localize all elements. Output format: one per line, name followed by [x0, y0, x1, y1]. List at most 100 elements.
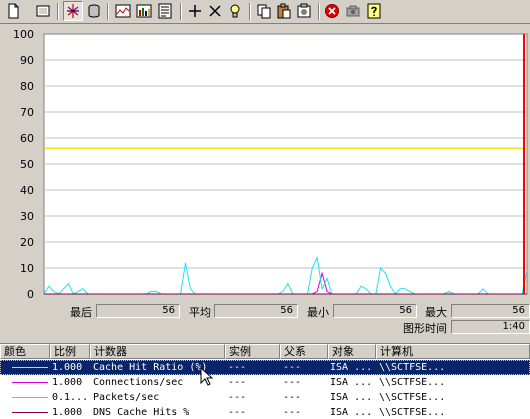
counter-scale: 0.1... — [52, 392, 89, 403]
view-histogram-button[interactable] — [134, 1, 154, 21]
minimum-label: 最小 — [307, 306, 329, 319]
counter-scale: 1.000 — [52, 377, 83, 388]
y-tick-label: 30 — [20, 210, 34, 223]
counter-color-swatch — [12, 367, 48, 368]
counter-parent: --- — [283, 362, 302, 373]
paste-counter-list-button[interactable] — [274, 1, 294, 21]
y-tick-label: 50 — [20, 158, 34, 171]
y-tick-label: 60 — [20, 132, 34, 145]
counter-row[interactable]: 0.1... Packets/sec --- --- ISA ... \\SCT… — [0, 390, 530, 405]
column-header-computer[interactable]: 计算机 — [376, 344, 530, 359]
counter-parent: --- — [283, 407, 302, 418]
column-header-counter[interactable]: 计数器 — [90, 344, 225, 359]
y-tick-label: 100 — [13, 28, 34, 41]
counter-object: ISA ... — [330, 377, 373, 388]
properties-button[interactable] — [294, 1, 314, 21]
add-counter-icon — [189, 5, 201, 17]
delete-counter-icon — [209, 5, 221, 17]
counter-row[interactable]: 1.000 Cache Hit Ratio (%) --- --- ISA ..… — [0, 360, 530, 375]
new-counter-set-button[interactable] — [3, 1, 23, 21]
y-tick-label: 90 — [20, 54, 34, 67]
counter-object: ISA ... — [330, 392, 373, 403]
counter-color-swatch — [12, 382, 48, 383]
clear-display-icon — [36, 5, 50, 17]
toolbar-separator — [249, 3, 251, 20]
average-value: 56 — [214, 304, 298, 318]
column-header-object[interactable]: 对象 — [328, 344, 376, 359]
counter-computer: \\SCTFSE... — [379, 377, 446, 388]
performance-monitor-window: 100 90 80 70 60 50 40 30 20 10 0 最后 56 平均 56 最小 56… — [0, 0, 530, 419]
paste-counter-list-icon — [277, 3, 291, 19]
counter-list-header: 颜色 比例 计数器 实例 父系 对象 计算机 — [0, 344, 530, 359]
maximum-value: 56 — [451, 304, 530, 318]
counter-name: DNS Cache Hits % — [93, 407, 190, 418]
y-tick-label: 10 — [20, 262, 34, 275]
view-histogram-icon — [136, 4, 152, 18]
y-tick-label: 20 — [20, 236, 34, 249]
highlight-icon — [230, 4, 240, 18]
counter-name: Packets/sec — [93, 392, 160, 403]
counter-row[interactable]: 1.000 DNS Cache Hits % --- --- ISA ... \… — [0, 405, 530, 419]
counter-scale: 1.000 — [52, 362, 83, 373]
counter-computer: \\SCTFSE... — [379, 392, 446, 403]
view-log-data-icon — [88, 4, 100, 18]
column-header-color[interactable]: 颜色 — [0, 344, 50, 359]
counter-parent: --- — [283, 377, 302, 388]
y-tick-label: 40 — [20, 184, 34, 197]
freeze-display-button[interactable] — [322, 1, 342, 21]
last-label: 最后 — [70, 306, 92, 319]
y-tick-label: 70 — [20, 106, 34, 119]
maximum-label: 最大 — [425, 306, 447, 319]
counter-computer: \\SCTFSE... — [379, 362, 446, 373]
column-header-instance[interactable]: 实例 — [225, 344, 280, 359]
y-tick-label: 0 — [27, 288, 34, 300]
new-counter-set-icon — [8, 3, 19, 19]
toolbar-separator — [180, 3, 182, 20]
view-report-icon — [158, 3, 172, 19]
duration-value: 1:40 — [451, 320, 530, 334]
duration-label: 图形时间 — [403, 322, 447, 335]
properties-icon — [297, 3, 311, 18]
graph-canvas: 1009080706050403020100 — [13, 28, 528, 300]
counter-scale: 1.000 — [52, 407, 83, 418]
column-header-parent[interactable]: 父系 — [280, 344, 328, 359]
view-log-data-button[interactable] — [84, 1, 104, 21]
toolbar-separator — [57, 3, 59, 20]
counter-parent: --- — [283, 392, 302, 403]
view-current-activity-button[interactable] — [63, 1, 83, 21]
copy-properties-button[interactable] — [254, 1, 274, 21]
counter-object: ISA ... — [330, 407, 373, 418]
toolbar — [0, 0, 530, 24]
help-button[interactable] — [364, 1, 384, 21]
help-icon — [367, 3, 381, 19]
column-header-scale[interactable]: 比例 — [50, 344, 90, 359]
counter-list[interactable]: 颜色 比例 计数器 实例 父系 对象 计算机 1.000 Cache Hit R… — [0, 343, 530, 419]
toolbar-separator — [318, 3, 320, 20]
counter-instance: --- — [228, 362, 247, 373]
counter-computer: \\SCTFSE... — [379, 407, 446, 418]
counter-color-swatch — [12, 397, 48, 398]
update-data-button[interactable] — [343, 1, 363, 21]
performance-graph[interactable]: 100 90 80 70 60 50 40 30 20 10 0 — [0, 26, 530, 300]
minimum-value: 56 — [333, 304, 417, 318]
update-data-icon — [346, 5, 360, 17]
counter-instance: --- — [228, 407, 247, 418]
counter-instance: --- — [228, 392, 247, 403]
delete-counter-button[interactable] — [205, 1, 225, 21]
add-counter-button[interactable] — [185, 1, 205, 21]
freeze-display-icon — [325, 4, 339, 18]
clear-display-button[interactable] — [33, 1, 53, 21]
toolbar-separator — [107, 3, 109, 20]
counter-row[interactable]: 1.000 Connections/sec --- --- ISA ... \\… — [0, 375, 530, 390]
counter-object: ISA ... — [330, 362, 373, 373]
highlight-button[interactable] — [225, 1, 245, 21]
mouse-cursor-icon — [200, 367, 214, 386]
y-tick-label: 80 — [20, 80, 34, 93]
counter-instance: --- — [228, 377, 247, 388]
view-graph-icon — [115, 4, 131, 18]
view-report-button[interactable] — [155, 1, 175, 21]
last-value: 56 — [96, 304, 180, 318]
copy-properties-icon — [257, 4, 271, 19]
view-graph-button[interactable] — [113, 1, 133, 21]
average-label: 平均 — [189, 306, 211, 319]
